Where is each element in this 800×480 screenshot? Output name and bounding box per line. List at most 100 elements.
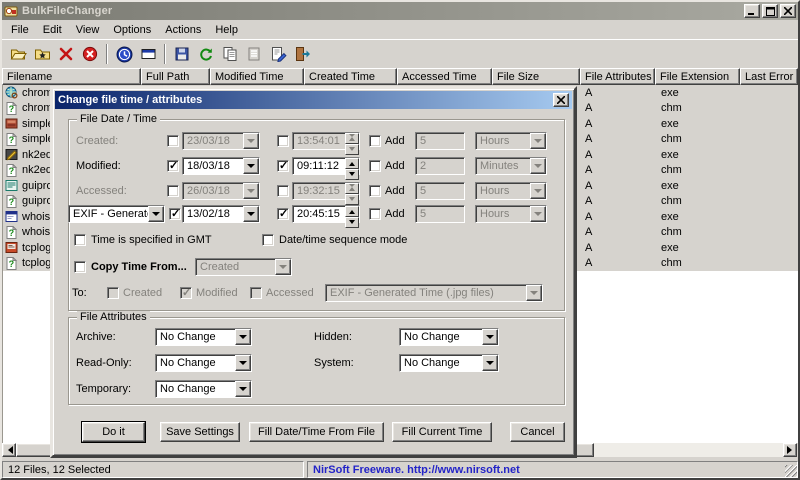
- group-file-attributes-label: File Attributes: [77, 311, 150, 323]
- copy-time-checkbox[interactable]: [74, 261, 86, 273]
- fill-current-time-button[interactable]: Fill Current Time: [392, 422, 492, 442]
- save-button[interactable]: [170, 42, 194, 66]
- column-header-file-extension[interactable]: File Extension: [655, 68, 740, 85]
- readonly-combo[interactable]: No Change: [155, 354, 252, 372]
- scroll-left-button[interactable]: [2, 443, 16, 457]
- delete-selected-button[interactable]: [54, 42, 78, 66]
- svg-text:?: ?: [9, 166, 15, 176]
- accessed-time-spinner[interactable]: 19:32:15: [292, 182, 360, 205]
- app-form-icon: [5, 179, 19, 192]
- created-time-spinner[interactable]: 13:54:01: [292, 132, 360, 155]
- created-date-combo[interactable]: 23/03/18: [182, 132, 260, 150]
- extension-cell: exe: [661, 86, 679, 99]
- created-date-checkbox[interactable]: [167, 135, 179, 147]
- minimize-button[interactable]: [744, 4, 760, 18]
- gmt-checkbox[interactable]: [74, 234, 86, 246]
- maximize-button[interactable]: [762, 4, 778, 18]
- column-header-file-attributes[interactable]: File Attributes: [580, 68, 655, 85]
- fill-datetime-from-file-button[interactable]: Fill Date/Time From File: [249, 422, 384, 442]
- accessed-date-combo[interactable]: 26/03/18: [182, 182, 260, 200]
- menu-item-file[interactable]: File: [4, 22, 36, 38]
- copy-icon: [222, 46, 238, 62]
- created-add-checkbox[interactable]: [369, 135, 381, 147]
- exif-add-checkbox[interactable]: [369, 208, 381, 220]
- accessed-time-checkbox[interactable]: [277, 185, 289, 197]
- exif-type-combo[interactable]: EXIF - Generated: [68, 205, 165, 223]
- gmt-label: Time is specified in GMT: [91, 234, 212, 246]
- window-titlebar[interactable]: BulkFileChanger: [2, 2, 798, 20]
- created-time-checkbox[interactable]: [277, 135, 289, 147]
- copy-time-label: Copy Time From...: [91, 261, 187, 273]
- change-time-icon: [116, 46, 133, 63]
- close-button[interactable]: [780, 4, 796, 18]
- column-header-last-error[interactable]: Last Error: [740, 68, 798, 85]
- clear-list-button[interactable]: [78, 42, 102, 66]
- save-settings-button[interactable]: Save Settings: [160, 422, 240, 442]
- choose-display-button[interactable]: [136, 42, 160, 66]
- archive-combo[interactable]: No Change: [155, 328, 252, 346]
- exif-time-checkbox[interactable]: [277, 207, 289, 220]
- exif-add-unit-combo[interactable]: Hours: [475, 205, 547, 223]
- window-title: BulkFileChanger: [22, 5, 113, 17]
- menu-item-actions[interactable]: Actions: [158, 22, 208, 38]
- filename-cell: simple: [22, 133, 50, 146]
- dialog-titlebar[interactable]: Change file time / attributes: [55, 91, 572, 109]
- resize-grip[interactable]: [785, 465, 797, 477]
- modified-date-checkbox[interactable]: [167, 159, 179, 172]
- exit-button[interactable]: [290, 42, 314, 66]
- do-it-button[interactable]: Do it: [81, 421, 146, 443]
- modified-add-checkbox[interactable]: [369, 160, 381, 172]
- cancel-button[interactable]: Cancel: [510, 422, 565, 442]
- accessed-add-unit-combo[interactable]: Hours: [475, 182, 547, 200]
- help-file-icon: ?: [5, 194, 19, 208]
- scroll-right-button[interactable]: [783, 443, 797, 457]
- menu-item-help[interactable]: Help: [208, 22, 245, 38]
- accessed-date-checkbox[interactable]: [167, 185, 179, 197]
- open-report-button[interactable]: [266, 42, 290, 66]
- help-file-icon: ?: [5, 101, 19, 115]
- filename-cell: tcplog: [22, 241, 50, 254]
- menu-item-edit[interactable]: Edit: [36, 22, 69, 38]
- modified-date-combo[interactable]: 18/03/18: [182, 157, 260, 175]
- copy-button[interactable]: [218, 42, 242, 66]
- hidden-combo[interactable]: No Change: [399, 328, 499, 346]
- created-add-unit-combo[interactable]: Hours: [475, 132, 547, 150]
- to-modified-label: Modified: [196, 287, 238, 299]
- sequence-checkbox[interactable]: [262, 234, 274, 246]
- menu-item-options[interactable]: Options: [106, 22, 158, 38]
- exif-time-spinner[interactable]: 20:45:15: [292, 205, 360, 228]
- system-combo[interactable]: No Change: [399, 354, 499, 372]
- created-add-value[interactable]: 5: [415, 132, 465, 150]
- change-time-button[interactable]: [112, 42, 136, 66]
- column-header-accessed-time[interactable]: Accessed Time: [397, 68, 492, 85]
- modified-add-unit-combo[interactable]: Minutes: [475, 157, 547, 175]
- extension-cell: chm: [661, 102, 682, 115]
- extension-cell: exe: [661, 117, 679, 130]
- column-header-filename[interactable]: Filename: [2, 68, 141, 85]
- column-header-modified-time[interactable]: Modified Time: [210, 68, 304, 85]
- modified-time-checkbox[interactable]: [277, 159, 289, 172]
- modified-add-value[interactable]: 2: [415, 157, 465, 175]
- properties-button[interactable]: [242, 42, 266, 66]
- exif-add-value[interactable]: 5: [415, 205, 465, 223]
- filename-cell: guipro: [22, 195, 50, 208]
- accessed-add-checkbox[interactable]: [369, 185, 381, 197]
- refresh-button[interactable]: [194, 42, 218, 66]
- add-folder-button[interactable]: [30, 42, 54, 66]
- to-created-checkbox[interactable]: [107, 287, 119, 299]
- modified-time-spinner[interactable]: 09:11:12: [292, 157, 360, 180]
- dialog-close-button[interactable]: [553, 93, 569, 107]
- column-header-full-path[interactable]: Full Path: [141, 68, 210, 85]
- add-files-button[interactable]: [6, 42, 30, 66]
- to-accessed-checkbox[interactable]: [250, 287, 262, 299]
- exif-date-checkbox[interactable]: [169, 207, 181, 220]
- to-modified-checkbox[interactable]: [180, 286, 192, 299]
- copy-time-source-combo[interactable]: Created: [195, 258, 292, 276]
- column-header-created-time[interactable]: Created Time: [304, 68, 397, 85]
- accessed-add-value[interactable]: 5: [415, 182, 465, 200]
- temporary-combo[interactable]: No Change: [155, 380, 252, 398]
- column-header-file-size[interactable]: File Size: [492, 68, 580, 85]
- to-exif-combo[interactable]: EXIF - Generated Time (.jpg files): [325, 284, 543, 302]
- exif-date-combo[interactable]: 13/02/18: [182, 205, 260, 223]
- menu-item-view[interactable]: View: [69, 22, 107, 38]
